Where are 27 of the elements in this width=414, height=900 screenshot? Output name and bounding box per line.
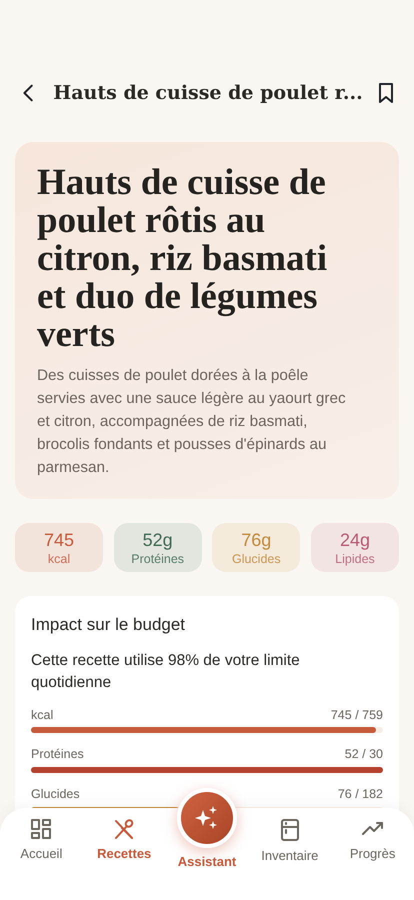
grid-icon xyxy=(30,818,52,840)
macro-label: Lipides xyxy=(334,551,376,568)
fork-spoon-icon xyxy=(113,818,136,840)
nav-tab[interactable]: Progrès xyxy=(332,808,413,864)
budget-reading: 745 / 759 xyxy=(330,706,383,724)
budget-label: Glucides xyxy=(31,786,80,803)
recipe-description: Des cuisses de poulet dorées à la poêle servies avec une sauce légère au yaourt grec et citron, accompagnées de riz basmati, brocolis fondants et pousses d'épinards au parmesan. xyxy=(37,366,347,478)
budget-reading: 76 / 182 xyxy=(338,786,383,803)
macro-value: 52g xyxy=(142,530,174,550)
budget-title: Impact sur le budget xyxy=(31,614,186,636)
budget-summary: Cette recette utilise 98% de votre limite quotidienne xyxy=(31,650,301,692)
budget-reading: 52 / 30 xyxy=(344,746,383,764)
budget-label: kcal xyxy=(31,706,54,724)
nav-tab[interactable]: Inventaire xyxy=(250,808,330,866)
nav-tab[interactable]: Recettes xyxy=(84,808,164,864)
fridge-icon xyxy=(278,818,301,842)
page-title: Hauts de cuisse de poulet r... xyxy=(53,81,363,106)
macro-label: Glucides xyxy=(230,551,282,568)
assistant-tab[interactable]: Assistant xyxy=(166,778,247,872)
recipe-title: Hauts de cuisse de poulet rôtis au citron, riz basmati et duo de légumes verts xyxy=(37,164,328,354)
macro-label: Protéines xyxy=(130,551,186,568)
macro-value: 745 xyxy=(42,530,76,550)
macro-label: kcal xyxy=(46,551,72,568)
budget-label: Protéines xyxy=(31,746,84,764)
macro-value: 24g xyxy=(338,530,371,550)
macro-value: 76g xyxy=(240,530,272,550)
nav-tab[interactable]: Accueil xyxy=(1,808,82,864)
